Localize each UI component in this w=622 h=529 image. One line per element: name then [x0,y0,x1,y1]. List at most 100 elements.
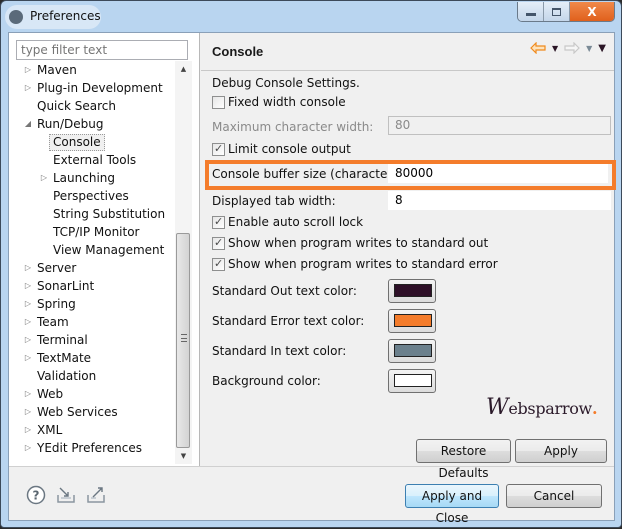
tree-item-label: Maven [37,63,77,77]
import-icon[interactable] [56,485,76,505]
collapsed-twisty-icon[interactable]: ▷ [23,79,33,97]
scroll-thumb[interactable] [176,233,190,448]
fixed-width-console-checkbox[interactable]: Fixed width console [212,94,346,110]
max-char-width-field[interactable]: 80 [388,116,611,135]
tree-item[interactable]: ▷ Spring [9,295,175,313]
tab-width-field[interactable]: 8 [388,191,611,210]
forward-menu-icon[interactable]: ▼ [586,44,592,53]
collapsed-twisty-icon[interactable]: ▷ [23,277,33,295]
collapsed-twisty-icon[interactable]: ▷ [23,349,33,367]
help-icon[interactable]: ? [26,485,46,505]
tree-item-label: Plug-in Development [37,81,163,95]
tree-item[interactable]: ▷ Terminal [9,331,175,349]
expanded-twisty-icon[interactable]: ◢ [23,115,33,133]
tree-item[interactable]: ◢ Run/Debug [9,115,175,133]
back-menu-icon[interactable]: ▼ [552,44,558,53]
title-bar[interactable]: Preferences X [1,1,621,33]
forward-arrow-icon[interactable] [564,42,580,54]
background-color-button[interactable] [388,369,436,393]
checkbox-checked-icon [212,141,225,157]
tree-item[interactable]: ▷ Web [9,385,175,403]
console-preference-page: Console ▼ ▼ ▼ Debug Console Settings. Fi… [201,33,616,480]
fixed-width-label: Fixed width console [228,95,346,109]
collapsed-twisty-icon[interactable]: ▷ [23,295,33,313]
dialog-body: ▷ Maven ▷ Plug-in Development Quick Search ◢ R… [8,32,616,525]
tree-item[interactable]: ▷ Maven [9,61,175,79]
watermark-initial: W [486,395,509,420]
watermark-text: ebsparrow [508,399,592,418]
close-button[interactable]: X [570,2,614,21]
tree-item[interactable]: TCP/IP Monitor [9,223,175,241]
tree-item[interactable]: ▷ TextMate [9,349,175,367]
tree-item-label: Validation [37,369,97,383]
tree-item[interactable]: ▷ Server [9,259,175,277]
show-stdout-checkbox[interactable]: Show when program writes to standard out [212,235,488,251]
tree-scrollbar[interactable]: ▲ ▼ [175,61,192,464]
scroll-down-icon[interactable]: ▼ [175,448,192,464]
tree-item[interactable]: External Tools [9,151,175,169]
tree-item[interactable]: View Management [9,241,175,259]
tree-item-label: External Tools [53,153,137,167]
minimize-button[interactable] [518,2,544,21]
collapsed-twisty-icon[interactable]: ▷ [39,169,49,187]
page-navigation: ▼ ▼ ▼ [530,42,606,54]
tree-item[interactable]: ▷ SonarLint [9,277,175,295]
collapsed-twisty-icon[interactable]: ▷ [23,61,33,79]
stdout-color-swatch [394,284,432,297]
view-menu-icon[interactable]: ▼ [598,43,606,54]
watermark-dot: . [591,399,598,418]
tree-item[interactable]: Console [9,133,175,151]
collapsed-twisty-icon[interactable]: ▷ [23,421,33,439]
tree-item[interactable]: ▷ XML [9,421,175,439]
footer-divider [9,466,614,467]
preference-tree: ▷ Maven ▷ Plug-in Development Quick Search ◢ R… [9,61,175,457]
tree-item[interactable]: ▷ Launching [9,169,175,187]
tree-item-label: SonarLint [37,279,95,293]
tree-item[interactable]: Validation [9,367,175,385]
show-stdout-label: Show when program writes to standard out [228,236,489,250]
restore-defaults-button[interactable]: Restore Defaults [416,439,511,480]
filter-input[interactable] [16,40,188,60]
collapsed-twisty-icon[interactable]: ▷ [23,259,33,277]
stdin-color-button[interactable] [388,339,436,363]
back-arrow-icon[interactable] [530,42,546,54]
apply-and-close-button[interactable]: Apply and Close [405,484,499,525]
collapsed-twisty-icon[interactable]: ▷ [23,331,33,349]
auto-scroll-lock-checkbox[interactable]: Enable auto scroll lock [212,214,363,230]
window-controls: X [517,2,615,22]
export-icon[interactable] [86,485,106,505]
stdout-color-button[interactable] [388,279,436,303]
buffer-size-field[interactable]: 80000 [388,164,608,183]
stderr-color-button[interactable] [388,309,436,333]
tree-item[interactable]: ▷ YEdit Preferences [9,439,175,457]
tree-item-label: XML [37,423,63,437]
collapsed-twisty-icon[interactable]: ▷ [23,439,33,457]
grip-icon [181,334,187,342]
tree-item-label: Spring [37,297,76,311]
cancel-button[interactable]: Cancel [506,484,602,508]
svg-text:?: ? [33,489,40,503]
tab-width-label: Displayed tab width: [212,194,336,208]
maximize-icon [552,7,561,16]
scroll-up-icon[interactable]: ▲ [175,61,192,77]
apply-button[interactable]: Apply [515,439,607,463]
maximize-button[interactable] [544,2,570,21]
tree-item[interactable]: Perspectives [9,187,175,205]
tree-item-label: Quick Search [37,99,116,113]
section-label: Debug Console Settings. [212,76,360,90]
limit-console-output-checkbox[interactable]: Limit console output [212,141,351,157]
tree-item[interactable]: String Substitution [9,205,175,223]
collapsed-twisty-icon[interactable]: ▷ [23,403,33,421]
stdin-color-label: Standard In text color: [212,344,347,358]
tree-item-label: TCP/IP Monitor [53,225,140,239]
tree-item[interactable]: Quick Search [9,97,175,115]
show-stderr-checkbox[interactable]: Show when program writes to standard err… [212,256,498,272]
collapsed-twisty-icon[interactable]: ▷ [23,313,33,331]
collapsed-twisty-icon[interactable]: ▷ [23,385,33,403]
tree-item[interactable]: ▷ Plug-in Development [9,79,175,97]
tree-item[interactable]: ▷ Web Services [9,403,175,421]
preferences-window: Preferences X ▷ Maven ▷ Plug-in Development… [0,0,622,528]
checkbox-unchecked-icon [212,96,225,109]
tree-item-label: View Management [53,243,165,257]
tree-item[interactable]: ▷ Team [9,313,175,331]
